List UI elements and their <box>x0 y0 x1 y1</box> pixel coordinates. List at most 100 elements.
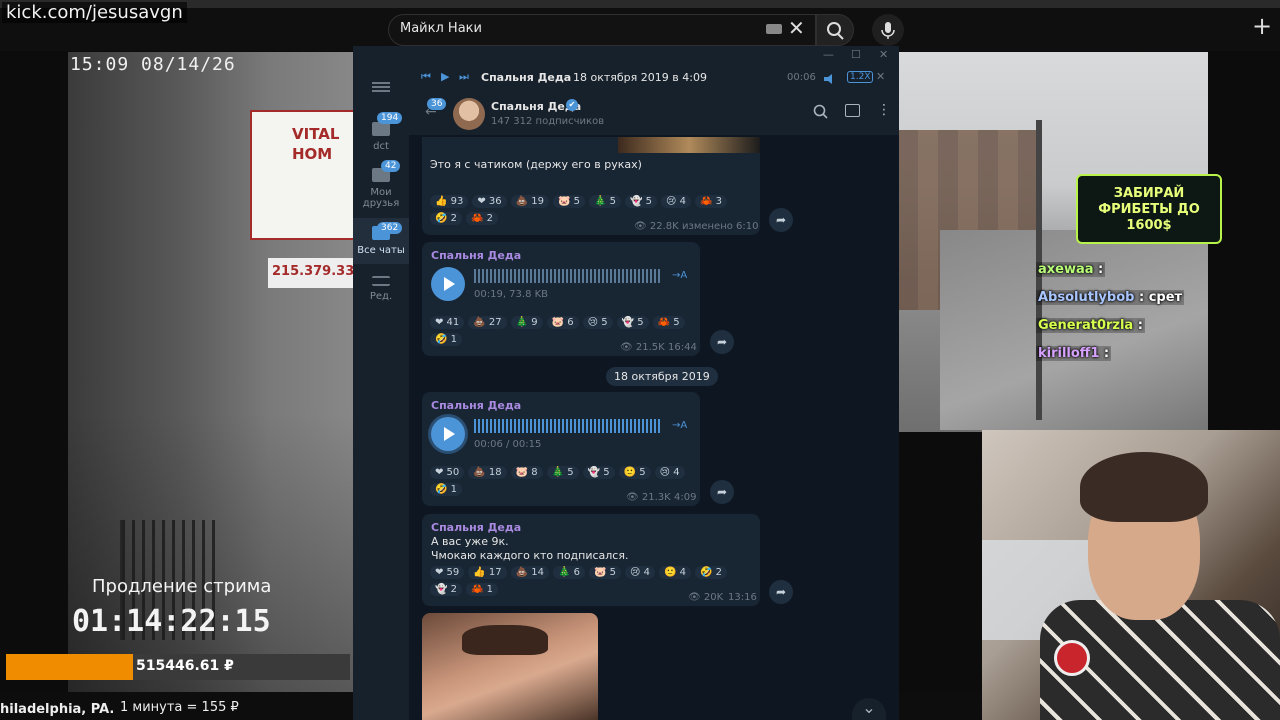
close-player-icon[interactable]: ✕ <box>876 70 885 83</box>
reaction-chip[interactable]: ❤ 41 <box>430 316 465 329</box>
message-bubble[interactable]: Это я с чатиком (держу его в руках) 👍 93… <box>422 137 760 235</box>
reaction-chip[interactable]: 😢 5 <box>582 316 613 329</box>
close-window-button[interactable]: ✕ <box>879 48 888 61</box>
more-options-icon[interactable]: ⋮ <box>877 102 891 118</box>
voice-search-button[interactable] <box>872 14 904 46</box>
reaction-chip[interactable]: 👻 2 <box>430 583 462 596</box>
reaction-chip[interactable]: 💩 27 <box>468 316 507 329</box>
reaction-chip[interactable]: ❤ 36 <box>472 195 507 208</box>
sign-phone: 215.379.330 <box>268 258 363 288</box>
folder-label: dct <box>373 141 389 152</box>
reaction-chip[interactable]: 🐷 5 <box>589 566 622 579</box>
folder-edit[interactable]: Ред. <box>353 276 409 316</box>
reaction-chip[interactable]: 🙂 5 <box>618 466 651 479</box>
reaction-chip[interactable]: 🎄 5 <box>546 466 579 479</box>
voice-duration: 00:19, 73.8 KB <box>474 289 549 300</box>
playback-speed[interactable]: 1.2X <box>847 71 874 83</box>
reaction-chip[interactable]: ❤ 59 <box>430 566 465 579</box>
reaction-chip[interactable]: 🎄 6 <box>553 566 586 579</box>
reaction-chip[interactable]: 🤣 2 <box>430 212 462 225</box>
reaction-chip[interactable]: 😢 4 <box>661 195 691 208</box>
reaction-chip[interactable]: 👍 17 <box>468 566 507 579</box>
transcribe-button[interactable]: →A <box>672 270 687 281</box>
reaction-chip[interactable]: 💩 18 <box>468 466 507 479</box>
reaction-chip[interactable]: 👻 5 <box>625 195 658 208</box>
reaction-chip[interactable]: 🐷 5 <box>553 195 586 208</box>
play-icon[interactable]: ▶ <box>441 70 449 83</box>
reaction-chip[interactable]: 🦀 1 <box>466 583 498 596</box>
clear-search-icon[interactable]: ✕ <box>788 16 805 40</box>
chat-text: : <box>1099 346 1110 361</box>
share-button[interactable]: ➦ <box>710 480 734 504</box>
camera-timestamp: 15:09 08/14/26 <box>70 54 236 75</box>
message-time: 13:16 <box>728 592 757 603</box>
photo-message[interactable] <box>422 613 598 720</box>
share-button[interactable]: ➦ <box>769 208 793 232</box>
message-text-line: А вас уже 9к. <box>431 535 509 548</box>
pause-voice-button[interactable] <box>431 417 465 451</box>
sender-name: Спальня Деда <box>431 521 522 534</box>
reaction-chip[interactable]: 💩 14 <box>510 566 550 579</box>
player-date: 18 октября 2019 в 4:09 <box>573 71 707 84</box>
reaction-chip[interactable]: 🤣 2 <box>694 566 727 579</box>
channel-avatar[interactable] <box>453 98 485 130</box>
message-time: 16:44 <box>668 342 697 353</box>
keyboard-icon[interactable] <box>766 24 782 34</box>
reaction-chip[interactable]: 🎄 5 <box>589 195 622 208</box>
reaction-chip[interactable]: 👻 5 <box>616 316 649 329</box>
folder-label: Ред. <box>369 291 393 302</box>
reaction-chip[interactable]: 🐷 6 <box>546 316 579 329</box>
voice-waveform[interactable] <box>474 269 662 283</box>
create-icon[interactable]: + <box>1252 12 1272 40</box>
minimize-button[interactable]: — <box>823 48 834 61</box>
reaction-chip[interactable]: 👻 5 <box>582 466 615 479</box>
share-button[interactable]: ➦ <box>710 330 734 354</box>
reaction-chip[interactable]: 👍 93 <box>430 195 469 208</box>
menu-icon[interactable] <box>372 80 390 94</box>
discussion-icon[interactable] <box>845 104 860 117</box>
folder-my-friends[interactable]: 42 Мои друзья <box>353 160 409 214</box>
transcribe-button[interactable]: →A <box>672 420 687 431</box>
date-divider: 18 октября 2019 <box>606 367 718 386</box>
reaction-chip[interactable]: 🎄 9 <box>510 316 543 329</box>
message-photo[interactable] <box>618 137 760 153</box>
reaction-chip[interactable]: 😢 4 <box>625 566 655 579</box>
voice-waveform[interactable] <box>474 419 662 433</box>
view-count: 👁 21.5K <box>620 342 665 353</box>
prev-track-icon[interactable]: ⏮ <box>421 70 431 84</box>
reaction-chip[interactable]: 🦀 2 <box>466 212 498 225</box>
edited-label: изменено 6:10 <box>682 221 759 232</box>
reaction-chip[interactable]: 🙂 4 <box>658 566 691 579</box>
search-input-value: Майкл Наки <box>400 21 482 36</box>
donation-progress-fill <box>6 654 133 680</box>
folder-label: Все чаты <box>357 245 405 256</box>
maximize-button[interactable]: ☐ <box>851 48 861 61</box>
message-bubble[interactable]: Спальня Деда А вас уже 9к. Чмокаю каждог… <box>422 514 760 606</box>
play-voice-button[interactable] <box>431 267 465 301</box>
folder-all-chats[interactable]: 362 Все чаты <box>353 218 409 264</box>
reaction-chip[interactable]: 🦀 3 <box>694 195 727 208</box>
player-title: Спальня Деда <box>481 71 572 84</box>
audio-player-bar: ⏮ ▶ ⏭ Спальня Деда 18 октября 2019 в 4:0… <box>409 64 899 92</box>
folder-icon <box>372 122 390 136</box>
reaction-chip[interactable]: 🦀 5 <box>652 316 685 329</box>
search-button[interactable] <box>816 14 854 46</box>
reaction-chip[interactable]: ❤ 50 <box>430 466 465 479</box>
chat-message: Generat0rzla : <box>1036 318 1145 333</box>
verified-badge-icon: ✔ <box>566 99 578 111</box>
folder-badge: 362 <box>377 222 403 234</box>
search-icon[interactable] <box>813 104 829 124</box>
voice-message-bubble[interactable]: Спальня Деда →A 00:06 / 00:15 ❤ 50 💩 18 … <box>422 392 700 506</box>
share-button[interactable]: ➦ <box>769 580 793 604</box>
reaction-chip[interactable]: 😢 4 <box>654 466 685 479</box>
microphone-icon <box>1054 640 1090 676</box>
chat-header: ← 36 Спальня Деда ✔ 147 312 подписчиков … <box>409 92 899 136</box>
reaction-chip[interactable]: 🤣 1 <box>430 333 462 346</box>
folder-dct[interactable]: 194 dct <box>353 112 409 160</box>
reaction-chip[interactable]: 🤣 1 <box>430 483 462 496</box>
voice-message-bubble[interactable]: Спальня Деда →A 00:19, 73.8 KB ❤ 41 💩 27… <box>422 242 700 356</box>
volume-icon[interactable] <box>823 70 839 84</box>
reaction-chip[interactable]: 🐷 8 <box>510 466 543 479</box>
reaction-chip[interactable]: 💩 19 <box>510 195 550 208</box>
next-track-icon[interactable]: ⏭ <box>459 70 469 84</box>
